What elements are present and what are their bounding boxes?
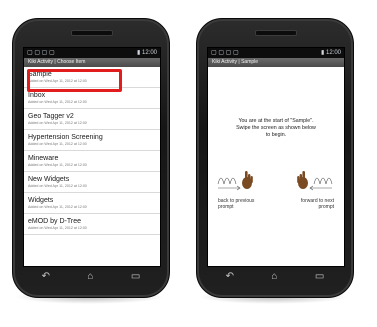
status-bar: ▢ ▢ ▢ ▢ ▮ 12:00 [24,48,160,58]
phone-screen: ▢ ▢ ▢ ▢ ▮ 12:00 Kiki Activity | Choose I… [23,47,161,267]
speaker-grille [255,30,297,36]
list-item-title: New Widgets [28,176,70,183]
home-nav-icon[interactable]: ⌂ [271,272,277,282]
back-nav-icon[interactable]: ↶ [226,272,234,282]
list-item-subtitle: Added on Wed Apr 11, 2012 at 12:00 [28,142,87,146]
forward-hint-label: forward to next prompt [300,198,334,210]
status-bar: ▢ ▢ ▢ ▢ ▮ 12:00 [208,48,344,58]
status-clock: ▮ 12:00 [321,50,341,56]
recent-apps-icon[interactable]: ▭ [315,272,324,282]
instruction-line: to begin. [265,132,287,138]
list-item-title: eMOD by D-Tree [28,218,82,225]
list-item[interactable]: Geo Tagger v2 Added on Wed Apr 11, 2012 … [24,109,160,130]
list-item[interactable]: New Widgets Added on Wed Apr 11, 2012 at… [24,172,160,193]
list-item[interactable]: Hypertension Screening Added on Wed Apr … [24,130,160,151]
status-icons: ▢ ▢ ▢ ▢ [27,50,55,56]
list-item-subtitle: Added on Wed Apr 11, 2012 at 12:00 [28,100,87,104]
speaker-grille [71,30,113,36]
app-title-bar: Kiki Activity | Choose Item [24,58,160,67]
swipe-right-gesture-icon [217,171,253,191]
list-item-title: Widgets [28,197,54,204]
list-item[interactable]: eMOD by D-Tree Added on Wed Apr 11, 2012… [24,214,160,235]
list-item-title: Geo Tagger v2 [28,113,74,120]
instruction-line: You are at the start of "Sample". [238,118,314,124]
phone-left: ▢ ▢ ▢ ▢ ▮ 12:00 Kiki Activity | Choose I… [12,18,170,298]
back-hint-label: back to previous prompt [218,198,255,210]
list-item-subtitle: Added on Wed Apr 11, 2012 at 12:00 [28,226,87,230]
recent-apps-icon[interactable]: ▭ [131,272,140,282]
list-item[interactable]: Widgets Added on Wed Apr 11, 2012 at 12:… [24,193,160,214]
back-nav-icon[interactable]: ↶ [42,272,50,282]
status-icons: ▢ ▢ ▢ ▢ [211,50,239,56]
swipe-left-gesture-icon [297,171,333,191]
nav-bar: ↶ ⌂ ▭ [23,269,159,285]
app-title-bar: Kiki Activity | Sample [208,58,344,67]
list-item-subtitle: Added on Wed Apr 11, 2012 at 12:00 [28,184,87,188]
list-item-subtitle: Added on Wed Apr 11, 2012 at 12:00 [28,163,87,167]
instruction-line: Swipe the screen as shown below [236,125,316,131]
form-list: Sample Added on Wed Apr 11, 2012 at 12:0… [24,67,160,235]
list-item[interactable]: Mineware Added on Wed Apr 11, 2012 at 12… [24,151,160,172]
home-nav-icon[interactable]: ⌂ [87,272,93,282]
list-item-subtitle: Added on Wed Apr 11, 2012 at 12:00 [28,205,87,209]
list-item-subtitle: Added on Wed Apr 11, 2012 at 12:00 [28,121,87,125]
list-item-title: Inbox [28,92,46,99]
nav-bar: ↶ ⌂ ▭ [207,269,343,285]
swipe-instructions: You are at the start of "Sample". Swipe … [214,118,338,139]
status-clock: ▮ 12:00 [137,50,157,56]
list-item-title: Hypertension Screening [28,134,103,141]
phone-screen: ▢ ▢ ▢ ▢ ▮ 12:00 Kiki Activity | Sample Y… [207,47,345,267]
selection-highlight-box [27,69,122,92]
list-item-title: Mineware [28,155,59,162]
phone-right: ▢ ▢ ▢ ▢ ▮ 12:00 Kiki Activity | Sample Y… [196,18,354,298]
